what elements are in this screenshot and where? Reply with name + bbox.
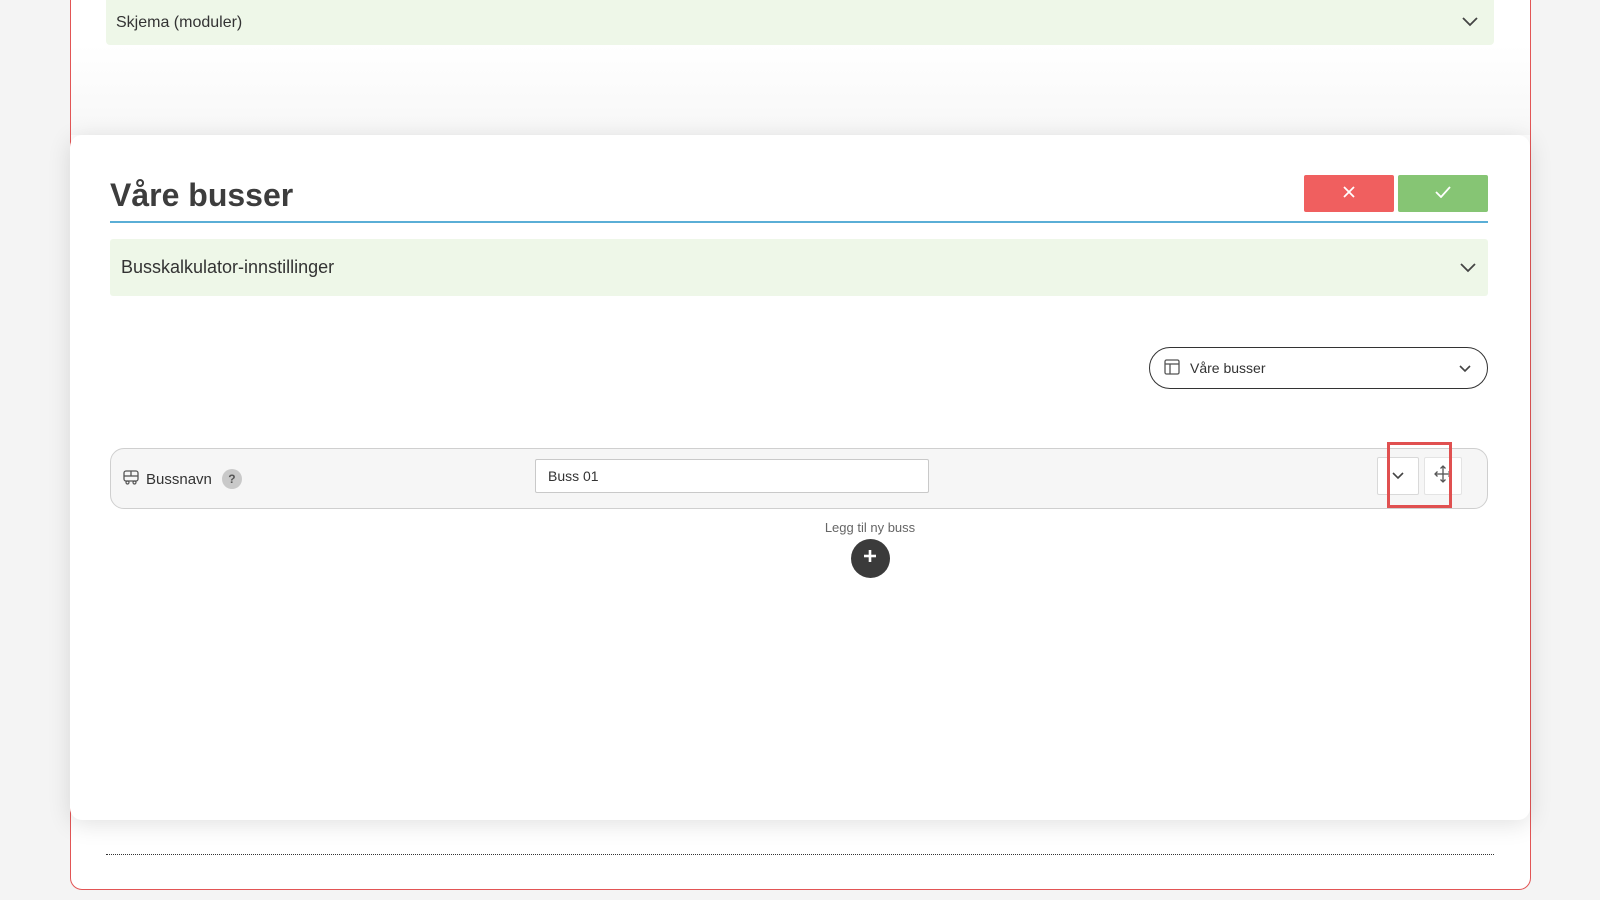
move-row-button[interactable]: [1424, 457, 1462, 495]
chevron-down-icon: [1459, 360, 1471, 376]
background-fade: [71, 45, 1530, 135]
select-value: Våre busser: [1190, 360, 1266, 376]
cancel-button[interactable]: [1304, 175, 1394, 212]
schema-modules-label: Skjema (moduler): [116, 13, 243, 31]
bus-name-text: Bussnavn: [146, 470, 212, 488]
chevron-down-icon[interactable]: [1462, 14, 1478, 32]
add-bus-section: Legg til ny buss: [770, 520, 970, 578]
close-icon: [1342, 185, 1356, 202]
bus-icon: [122, 469, 140, 489]
expand-row-button[interactable]: [1377, 457, 1419, 495]
add-bus-button[interactable]: [850, 539, 890, 578]
plus-icon: [862, 548, 878, 569]
confirm-button[interactable]: [1398, 175, 1488, 212]
bus-row: Bussnavn ?: [110, 448, 1488, 509]
bus-modal: Våre busser Busskalkulator-innstillinger…: [70, 135, 1530, 820]
modal-title: Våre busser: [110, 177, 294, 213]
schema-modules-accordion[interactable]: Skjema (moduler): [106, 0, 1494, 45]
add-bus-label: Legg til ny buss: [824, 520, 916, 535]
bus-calculator-settings-accordion[interactable]: Busskalkulator-innstillinger: [110, 239, 1488, 296]
chevron-down-icon: [1392, 467, 1404, 485]
settings-accordion-label: Busskalkulator-innstillinger: [121, 257, 335, 277]
check-icon: [1435, 186, 1451, 201]
bus-name-label: Bussnavn ?: [122, 469, 242, 489]
background-divider: [106, 854, 1494, 855]
help-icon[interactable]: ?: [221, 469, 242, 489]
table-icon: [1164, 358, 1180, 378]
modal-header: Våre busser: [110, 175, 1488, 223]
move-icon: [1434, 464, 1452, 488]
chevron-down-icon[interactable]: [1460, 257, 1476, 278]
bus-list-select[interactable]: Våre busser: [1149, 347, 1488, 389]
bus-name-input[interactable]: [535, 459, 929, 493]
